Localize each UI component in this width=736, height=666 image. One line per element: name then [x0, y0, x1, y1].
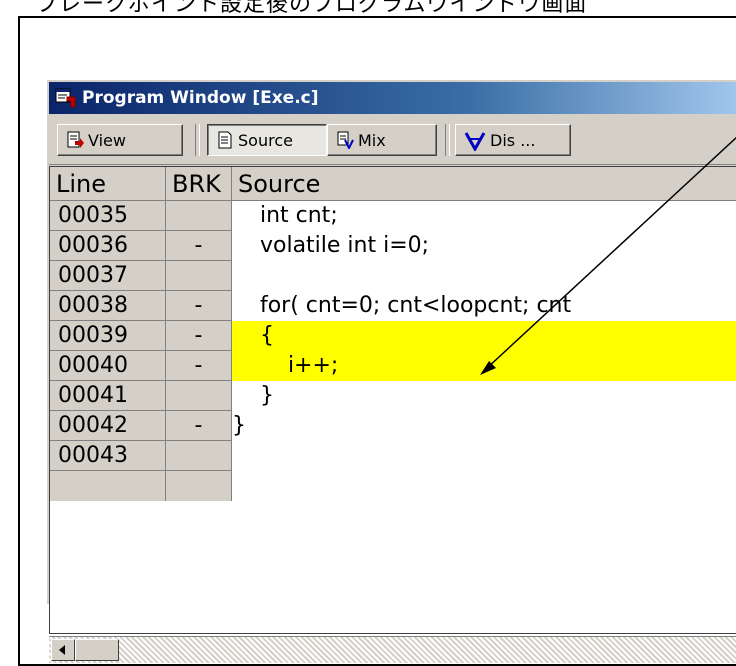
view-icon [66, 131, 84, 149]
breakpoint-cell[interactable]: - [166, 351, 232, 381]
breakpoint-cell[interactable]: - [166, 291, 232, 321]
source-code-line[interactable] [232, 441, 736, 471]
line-number: 00036 [50, 231, 166, 261]
breakpoint-cell[interactable] [166, 261, 232, 291]
disassembly-icon [464, 131, 486, 153]
column-header-source[interactable]: Source [232, 167, 736, 201]
scrollbar-thumb[interactable] [75, 639, 119, 661]
breakpoint-cell[interactable]: - [166, 231, 232, 261]
title-bar[interactable]: Program Window [Exe.c] [49, 82, 736, 114]
mix-label: Mix [358, 130, 386, 150]
source-icon [216, 131, 234, 149]
source-row[interactable]: 00037 [50, 261, 736, 291]
program-window[interactable]: Program Window [Exe.c] View Source Mix D… [46, 79, 736, 663]
source-row[interactable]: 00035 int cnt; [50, 201, 736, 231]
source-row[interactable]: 00042 - } [50, 411, 736, 441]
window-title: Program Window [Exe.c] [82, 88, 319, 108]
line-number-empty [50, 471, 166, 501]
breakpoint-cell[interactable] [166, 441, 232, 471]
source-row[interactable]: 00038 - for( cnt=0; cnt<loopcnt; cnt [50, 291, 736, 321]
source-row-empty [50, 471, 736, 501]
source-button[interactable]: Source [207, 124, 327, 156]
source-row[interactable]: 00036 - volatile int i=0; [50, 231, 736, 261]
breakpoint-cell[interactable] [166, 201, 232, 231]
source-row[interactable]: 00041 } [50, 381, 736, 411]
source-code-line[interactable] [232, 261, 736, 291]
horizontal-scrollbar[interactable] [49, 636, 736, 663]
line-number: 00041 [50, 381, 166, 411]
mix-icon [336, 131, 354, 151]
line-number: 00040 [50, 351, 166, 381]
mix-button[interactable]: Mix [327, 124, 437, 156]
line-number: 00038 [50, 291, 166, 321]
line-number: 00043 [50, 441, 166, 471]
source-label: Source [238, 130, 293, 150]
dis-label: Dis ... [490, 130, 536, 150]
source-code-line[interactable]: int cnt; [232, 201, 736, 231]
line-number: 00039 [50, 321, 166, 351]
line-number: 00035 [50, 201, 166, 231]
view-button[interactable]: View [57, 124, 183, 156]
source-code-line-highlighted[interactable]: { [232, 321, 736, 351]
source-code-line[interactable]: for( cnt=0; cnt<loopcnt; cnt [232, 291, 736, 321]
toolbar-grip-2[interactable] [445, 124, 450, 156]
breakpoint-cell-empty [166, 471, 232, 501]
source-code-line[interactable]: } [232, 411, 736, 441]
line-number: 00037 [50, 261, 166, 291]
source-row-highlighted[interactable]: 00039 - { [50, 321, 736, 351]
source-row-highlighted[interactable]: 00040 - i++; [50, 351, 736, 381]
view-label: View [88, 130, 126, 150]
breakpoint-cell[interactable]: - [166, 321, 232, 351]
column-header-line[interactable]: Line [50, 167, 166, 201]
line-number: 00042 [50, 411, 166, 441]
breakpoint-cell[interactable]: - [166, 411, 232, 441]
column-header-brk[interactable]: BRK [166, 167, 232, 201]
toolbar-grip[interactable] [195, 124, 200, 156]
source-grid[interactable]: Line BRK Source 00035 int cnt; 00036 - v… [49, 166, 736, 634]
scroll-left-arrow-icon[interactable] [51, 639, 75, 661]
program-window-icon [55, 87, 77, 109]
source-code-line[interactable]: } [232, 381, 736, 411]
source-code-line-highlighted[interactable]: i++; [232, 351, 736, 381]
source-code-line[interactable]: volatile int i=0; [232, 231, 736, 261]
dis-button[interactable]: Dis ... [455, 124, 571, 156]
breakpoint-cell[interactable] [166, 381, 232, 411]
toolbar: View Source Mix Dis ... [49, 116, 736, 165]
source-row[interactable]: 00043 [50, 441, 736, 471]
